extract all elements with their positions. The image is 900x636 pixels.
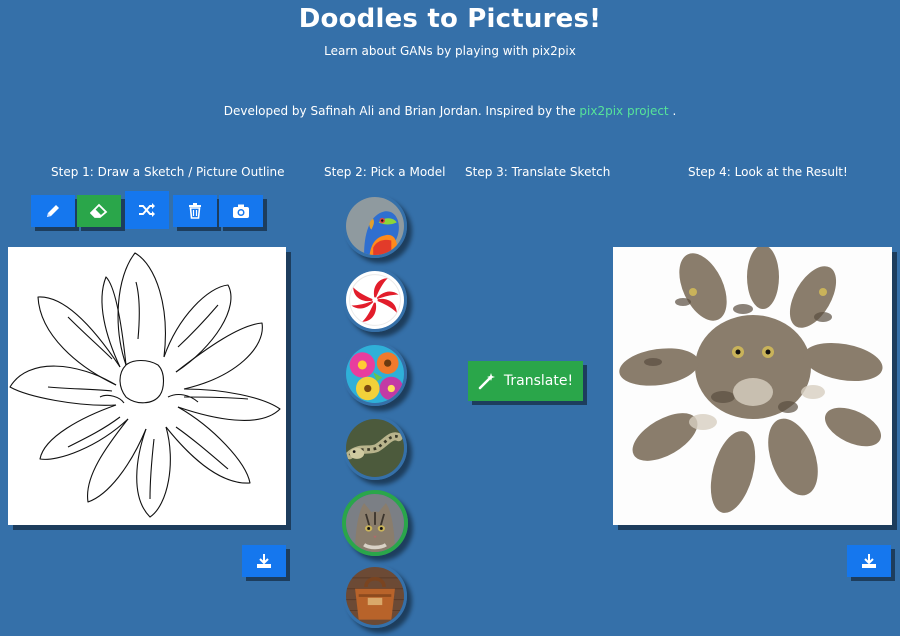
page-subtitle: Learn about GANs by playing with pix2pix (324, 44, 576, 58)
download-icon (257, 554, 271, 568)
pencil-button[interactable] (31, 195, 75, 227)
result-image (613, 245, 892, 525)
flowers-thumbnail (346, 345, 404, 403)
flower-sketch (9, 252, 281, 518)
trash-icon (189, 203, 201, 219)
shuffle-button[interactable] (125, 191, 169, 229)
credits-line: Developed by Safinah Ali and Brian Jorda… (0, 104, 900, 118)
download-result-button[interactable] (847, 545, 891, 577)
parrot-thumbnail (346, 197, 404, 255)
model-flowers[interactable] (343, 342, 407, 406)
clear-button[interactable] (173, 195, 217, 227)
shuffle-icon (139, 203, 155, 217)
snake-thumbnail (346, 419, 404, 477)
model-handbag[interactable] (343, 564, 407, 628)
credits-text: Developed by Safinah Ali and Brian Jorda… (223, 104, 580, 118)
magic-wand-icon (478, 373, 495, 390)
step3-label: Step 3: Translate Sketch (465, 165, 611, 179)
handbag-thumbnail (346, 567, 404, 625)
generated-result (613, 245, 892, 525)
translate-label: Translate! (503, 373, 574, 389)
model-candy[interactable] (343, 268, 407, 332)
model-cat[interactable] (342, 490, 408, 556)
pix2pix-project-link[interactable]: pix2pix project (579, 104, 668, 118)
sketch-canvas[interactable] (8, 247, 286, 525)
camera-icon (233, 204, 249, 218)
step4-label: Step 4: Look at the Result! (688, 165, 848, 179)
model-parrot[interactable] (343, 194, 407, 258)
cat-thumbnail (346, 494, 404, 552)
step2-label: Step 2: Pick a Model (324, 165, 446, 179)
eraser-button[interactable] (77, 195, 121, 227)
eraser-icon (90, 203, 108, 218)
download-icon (862, 554, 876, 568)
page-title: Doodles to Pictures! (298, 4, 602, 34)
translate-button[interactable]: Translate! (468, 361, 583, 401)
pencil-icon (47, 205, 59, 217)
download-sketch-button[interactable] (242, 545, 286, 577)
step1-label: Step 1: Draw a Sketch / Picture Outline (51, 165, 285, 179)
candy-thumbnail (346, 271, 404, 329)
camera-button[interactable] (219, 195, 263, 227)
credits-suffix: . (668, 104, 677, 118)
model-snake[interactable] (343, 416, 407, 480)
